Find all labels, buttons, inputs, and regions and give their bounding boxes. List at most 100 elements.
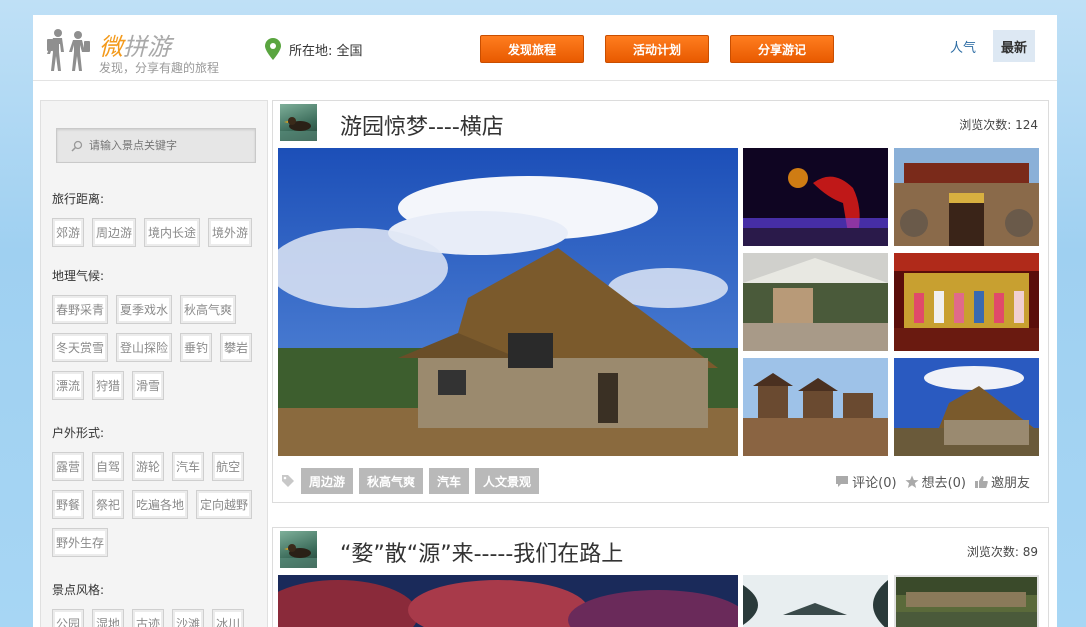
filter-tag[interactable]: 春野采青 [52, 295, 109, 324]
comment-button[interactable]: 评论(0) [835, 472, 897, 491]
logo-accent-text: 微 [99, 33, 123, 61]
search-icon [71, 140, 83, 152]
thumb-photo[interactable] [743, 358, 888, 456]
want-to-go-button[interactable]: 想去(0) [905, 472, 966, 491]
post-actions: 评论(0) 想去(0) 邀朋友 [835, 472, 1030, 491]
discover-trips-button[interactable]: 发现旅程 [480, 35, 584, 63]
filter-tag[interactable]: 野外生存 [52, 528, 109, 557]
fortress-towers-photo [743, 358, 888, 456]
filter-title: 景点风格: [52, 583, 105, 597]
hikers-logo-icon [47, 29, 90, 71]
filter-tag[interactable]: 汽车 [172, 452, 205, 481]
post-title[interactable]: 游园惊梦----横店 [340, 109, 504, 141]
travel-post-card: “婺”散“源”来-----我们在路上 浏览次数: 89 [272, 527, 1049, 627]
main-photo[interactable] [278, 575, 738, 627]
thumbs-up-icon [974, 475, 988, 488]
duck-avatar-icon [280, 117, 317, 141]
filter-tag[interactable]: 古迹 [132, 609, 165, 627]
thumb-photo[interactable] [894, 575, 1039, 627]
filter-tag[interactable]: 垂钓 [180, 333, 213, 362]
post-view-count: 浏览次数: 89 [966, 545, 1038, 559]
thatched-house-thumb-photo [894, 358, 1039, 456]
invite-friend-button[interactable]: 邀朋友 [974, 472, 1030, 491]
filter-title: 地理气候: [52, 269, 105, 283]
thumb-photo[interactable] [894, 358, 1039, 456]
filter-tag[interactable]: 秋高气爽 [180, 295, 237, 324]
filter-tag[interactable]: 境外游 [208, 218, 253, 247]
comment-count: 评论(0) [852, 476, 897, 491]
post-tag[interactable]: 汽车 [429, 468, 470, 494]
filter-tag[interactable]: 吃遍各地 [132, 490, 189, 519]
location-label: 所在地: 全国 [289, 43, 363, 59]
sort-latest-tab[interactable]: 最新 [993, 30, 1036, 62]
red-trees-photo [278, 575, 738, 627]
filter-tag[interactable]: 航空 [212, 452, 245, 481]
filter-tag[interactable]: 湿地 [92, 609, 125, 627]
filter-tag[interactable]: 攀岩 [220, 333, 253, 362]
filter-tag[interactable]: 公园 [52, 609, 85, 627]
sort-popular-tab[interactable]: 人气 [942, 30, 984, 62]
logo-rest-text: 拼游 [123, 33, 171, 61]
filter-tag[interactable]: 野餐 [52, 490, 85, 519]
filter-tag[interactable]: 游轮 [132, 452, 165, 481]
invite-label: 邀朋友 [990, 476, 1030, 491]
filter-tag[interactable]: 狩猎 [92, 371, 125, 400]
post-tag[interactable]: 周边游 [301, 468, 354, 494]
activity-plan-button[interactable]: 活动计划 [605, 35, 709, 63]
user-avatar[interactable] [280, 104, 317, 141]
filter-tag[interactable]: 冬天赏雪 [52, 333, 109, 362]
dragon-show-photo [743, 148, 888, 246]
post-view-count: 浏览次数: 124 [959, 118, 1038, 132]
filter-tag[interactable]: 祭祀 [92, 490, 125, 519]
filter-tag[interactable]: 登山探险 [116, 333, 173, 362]
filter-tag[interactable]: 沙滩 [172, 609, 205, 627]
opera-stage-photo [894, 253, 1039, 351]
thumb-photo[interactable] [743, 148, 888, 246]
main-photo[interactable] [278, 148, 738, 456]
post-tag[interactable]: 人文景观 [475, 468, 540, 494]
filter-tag[interactable]: 冰川 [212, 609, 245, 627]
filter-group-outdoor: 户外形式: 露营 自驾 游轮 汽车 航空 野餐 祭祀 吃遍各地 定向越野 野外生… [52, 423, 262, 557]
filter-tag[interactable]: 夏季戏水 [116, 295, 173, 324]
filter-title: 旅行距离: [52, 192, 105, 206]
tag-icon [282, 475, 294, 487]
thumb-photo[interactable] [743, 575, 888, 627]
map-pin-icon [265, 38, 281, 60]
page-container: 微拼游 发现，分享有趣的旅程 所在地: 全国 发现旅程 活动计划 分享游记 人气… [33, 15, 1057, 627]
filter-tag[interactable]: 露营 [52, 452, 85, 481]
filter-group-style: 景点风格: 公园 湿地 古迹 沙滩 冰川 [52, 580, 262, 627]
thumb-photo[interactable] [743, 253, 888, 351]
post-tag[interactable]: 秋高气爽 [359, 468, 424, 494]
pavilion-photo [743, 253, 888, 351]
search-input[interactable] [89, 139, 249, 152]
share-travelogue-button[interactable]: 分享游记 [730, 35, 834, 63]
thumb-photo[interactable] [894, 148, 1039, 246]
duck-avatar-icon [280, 544, 317, 568]
thatched-house-photo [278, 148, 738, 456]
post-tags: 周边游 秋高气爽 汽车 人文景观 [281, 468, 540, 494]
filter-group-distance: 旅行距离: 郊游 周边游 境内长途 境外游 [52, 189, 262, 247]
misty-pavilion-photo [743, 575, 888, 627]
filter-tag[interactable]: 郊游 [52, 218, 85, 247]
location-selector[interactable]: 所在地: 全国 [265, 35, 363, 63]
filter-sidebar: 旅行距离: 郊游 周边游 境内长途 境外游 地理气候: 春野采青 夏季戏水 秋高… [40, 100, 268, 627]
filter-tag[interactable]: 周边游 [92, 218, 137, 247]
comment-icon [836, 476, 849, 487]
post-title[interactable]: “婺”散“源”来-----我们在路上 [340, 536, 623, 568]
filter-tag[interactable]: 自驾 [92, 452, 125, 481]
village-river-photo [896, 577, 1037, 627]
filter-group-climate: 地理气候: 春野采青 夏季戏水 秋高气爽 冬天赏雪 登山探险 垂钓 攀岩 漂流 … [52, 266, 262, 400]
filter-tag[interactable]: 定向越野 [196, 490, 253, 519]
search-box[interactable] [56, 128, 256, 163]
user-avatar[interactable] [280, 531, 317, 568]
logo-title[interactable]: 微拼游 [99, 27, 171, 62]
star-icon [905, 475, 919, 488]
palace-gate-photo [894, 148, 1039, 246]
filter-title: 户外形式: [52, 426, 105, 440]
filter-tag[interactable]: 滑雪 [132, 371, 165, 400]
thumb-photo[interactable] [894, 253, 1039, 351]
want-count: 想去(0) [921, 476, 966, 491]
filter-tag[interactable]: 漂流 [52, 371, 85, 400]
filter-tag[interactable]: 境内长途 [144, 218, 201, 247]
travel-post-card: 游园惊梦----横店 浏览次数: 124 周边游 秋高气爽 汽车 人文景观 评论… [272, 100, 1049, 503]
